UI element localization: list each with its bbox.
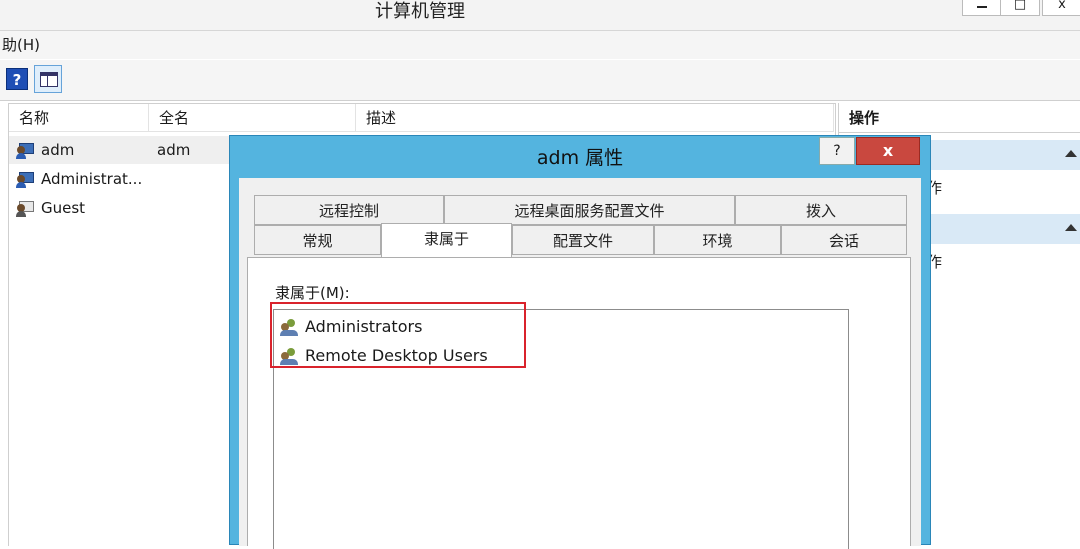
restore-button[interactable]: □ [1000,0,1040,16]
group-icon [280,348,300,365]
user-name: adm [41,141,75,159]
user-fullname: adm [157,141,191,159]
user-name: Administrat... [41,170,143,188]
menu-help[interactable]: 助(H) [2,31,40,59]
collapse-icon[interactable] [1065,150,1077,157]
member-of-panel: 隶属于(M): Administrators Remote Desktop Us… [247,257,911,549]
menu-bar: 助(H) [0,31,1080,59]
close-icon: x [882,141,894,160]
help-icon: ? [12,71,22,89]
group-name: Remote Desktop Users [305,346,488,365]
tab-dial-in[interactable]: 拨入 [735,195,907,225]
member-of-label: 隶属于(M): [275,284,350,302]
title-bar: 计算机管理 □ x [0,0,1080,31]
dialog-body: 远程控制 远程桌面服务配置文件 拨入 常规 隶属于 配置文件 环境 会话 隶属于… [239,178,921,549]
minimize-button[interactable] [962,0,1002,16]
help-icon: ? [833,143,841,159]
action-pane-icon [40,72,58,87]
dialog-help-button[interactable]: ? [819,137,855,165]
tab-member-of[interactable]: 隶属于 [381,223,512,257]
properties-dialog: adm 属性 ? x 远程控制 远程桌面服务配置文件 拨入 常规 隶属于 配置文… [229,135,931,549]
help-button[interactable]: ? [6,68,28,90]
collapse-icon[interactable] [1065,224,1077,231]
group-icon [280,319,300,336]
window-title: 计算机管理 [375,1,465,22]
tab-environment[interactable]: 环境 [654,225,781,255]
user-icon [16,171,37,188]
user-name: Guest [41,199,86,217]
tab-remote-control[interactable]: 远程控制 [254,195,444,225]
restore-icon: □ [1013,0,1027,12]
tab-sessions[interactable]: 会话 [781,225,907,255]
close-icon: x [1058,0,1066,12]
column-header-name[interactable]: 名称 [9,104,149,132]
user-icon [16,142,37,159]
column-header-description[interactable]: 描述 [356,104,834,132]
group-name: Administrators [305,317,423,336]
window-close-button[interactable]: x [1042,0,1080,16]
toolbar: ? [0,60,1080,101]
minimize-icon [977,6,987,8]
show-hide-action-pane-button[interactable] [34,65,62,93]
column-header-fullname[interactable]: 全名 [149,104,356,132]
actions-header: 操作 [839,103,1080,133]
tab-rds-profile[interactable]: 远程桌面服务配置文件 [444,195,735,225]
guest-user-icon [16,200,37,217]
tab-general[interactable]: 常规 [254,225,381,255]
dialog-close-button[interactable]: x [856,137,920,165]
tab-profile[interactable]: 配置文件 [512,225,654,255]
member-of-list[interactable]: Administrators Remote Desktop Users [273,309,849,549]
